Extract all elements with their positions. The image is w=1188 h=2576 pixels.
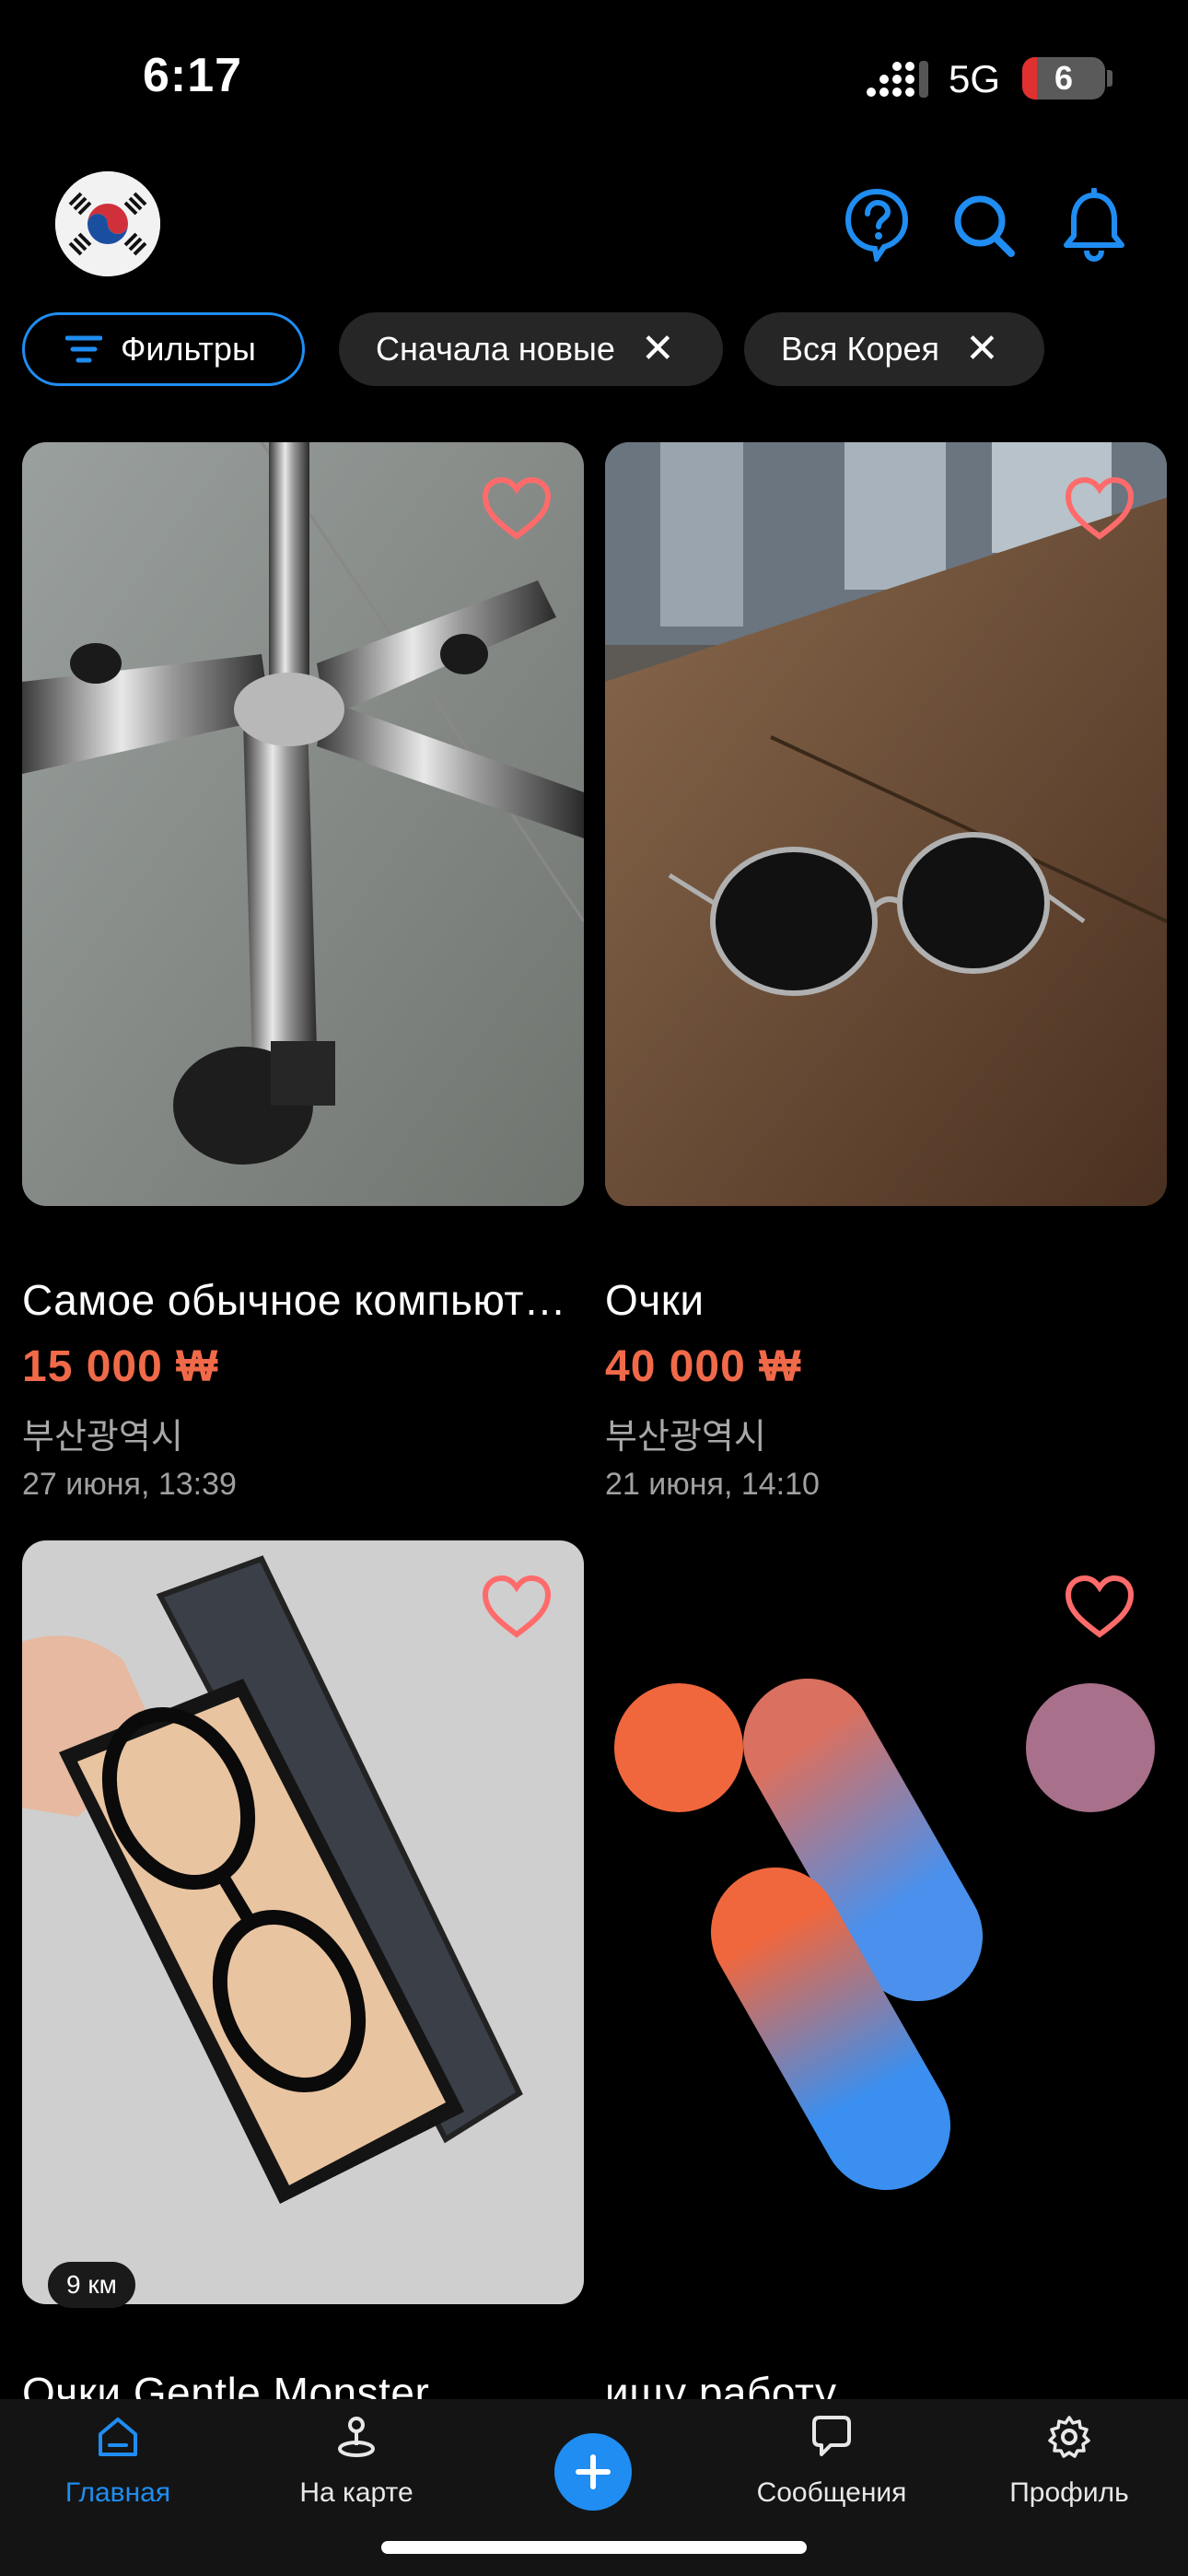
tab-label: Сообщения — [756, 2477, 907, 2508]
help-icon[interactable] — [844, 188, 910, 262]
listing-title[interactable]: Самое обычное компьютерное кресло — [22, 1275, 584, 1325]
favorite-heart-icon[interactable] — [1064, 1574, 1136, 1640]
home-icon — [99, 2418, 137, 2456]
listing-date: 27 июня, 13:39 — [22, 1467, 237, 1502]
listing-city: 부산광역시 — [605, 1418, 766, 1457]
status-time: 6:17 — [143, 49, 243, 102]
sort-chip[interactable]: Сначала новые ✕ — [339, 312, 723, 386]
listing-date: 21 июня, 14:10 — [605, 1467, 820, 1502]
close-icon[interactable]: ✕ — [641, 329, 675, 369]
filters-button[interactable]: Фильтры — [22, 312, 305, 386]
tab-label: Профиль — [1009, 2477, 1129, 2508]
signal-icon — [867, 61, 928, 98]
filters-label: Фильтры — [121, 330, 256, 368]
listing-price: 15 000 ₩ — [22, 1342, 219, 1391]
listing-image-logo[interactable] — [605, 1540, 1167, 2304]
tab-home[interactable]: Главная — [7, 2414, 228, 2509]
tab-messages[interactable]: Сообщения — [721, 2414, 942, 2509]
listing-title[interactable]: Очки — [605, 1275, 1167, 1325]
filter-icon — [65, 335, 102, 363]
network-label: 5G — [949, 57, 1001, 100]
add-listing-button[interactable] — [554, 2433, 632, 2511]
tab-label: На карте — [299, 2477, 413, 2508]
tab-label: Главная — [64, 2477, 171, 2508]
region-chip[interactable]: Вся Корея ✕ — [744, 312, 1044, 386]
home-indicator — [381, 2541, 807, 2554]
korea-flag-icon[interactable] — [55, 171, 160, 276]
battery-cap — [1107, 70, 1112, 87]
sort-chip-label: Сначала новые — [376, 330, 615, 368]
chat-icon — [812, 2416, 851, 2456]
bell-icon[interactable] — [1061, 188, 1127, 262]
battery-level: 6 — [1054, 59, 1074, 97]
listing-image-chair[interactable] — [22, 442, 584, 1206]
search-icon[interactable] — [950, 188, 1017, 262]
tab-map[interactable]: На карте — [246, 2414, 467, 2509]
favorite-heart-icon[interactable] — [481, 475, 553, 542]
plus-icon — [576, 2454, 611, 2489]
battery-icon: 6 — [1022, 57, 1105, 100]
listing-image-sunglasses[interactable] — [605, 442, 1167, 1206]
map-pin-icon — [338, 2417, 375, 2457]
favorite-heart-icon[interactable] — [481, 1574, 553, 1640]
close-icon[interactable]: ✕ — [965, 329, 999, 369]
gear-icon — [1048, 2416, 1090, 2458]
listing-price: 40 000 ₩ — [605, 1342, 802, 1391]
tab-profile[interactable]: Профиль — [959, 2414, 1180, 2509]
listing-city: 부산광역시 — [22, 1418, 183, 1457]
region-chip-label: Вся Корея — [781, 330, 940, 368]
favorite-heart-icon[interactable] — [1064, 475, 1136, 542]
listing-image-glasses-case[interactable] — [22, 1540, 584, 2304]
distance-badge: 9 км — [48, 2262, 135, 2308]
